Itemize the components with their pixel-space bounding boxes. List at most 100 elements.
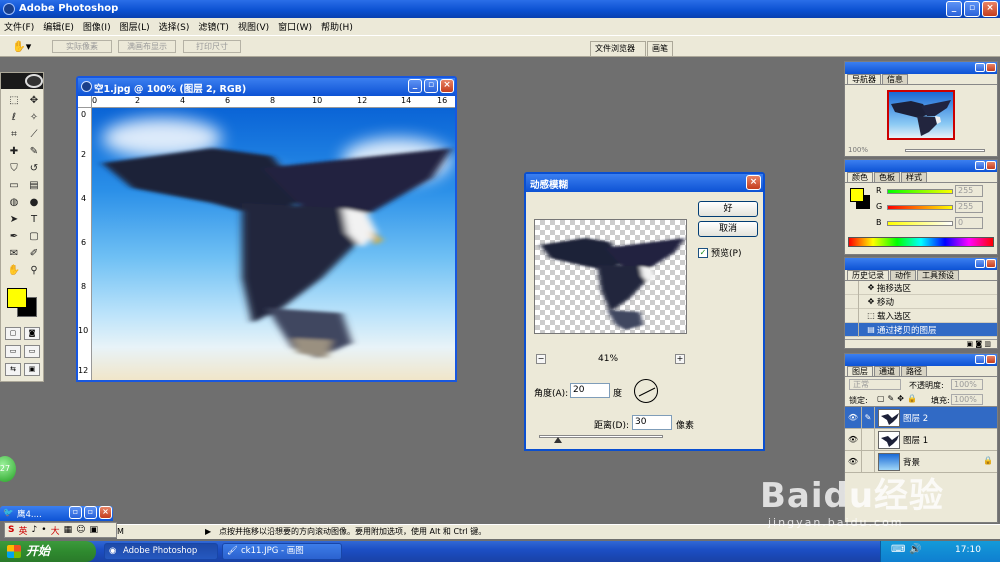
panel-minimize-icon[interactable]	[975, 63, 985, 72]
menu-window[interactable]: 窗口(W)	[278, 20, 312, 33]
doc-restore-button[interactable]: ▫	[424, 79, 438, 93]
restore-button[interactable]: ▫	[964, 1, 980, 17]
panel-close-icon[interactable]	[986, 259, 996, 268]
preview-checkbox[interactable]: ✓	[698, 247, 708, 258]
ime-logo-icon[interactable]: S	[8, 525, 14, 535]
tab-actions[interactable]: 动作	[890, 270, 916, 280]
dodge-tool-icon[interactable]: ●	[25, 195, 43, 211]
standard-mode-button[interactable]: ▢	[5, 327, 21, 340]
move-tool-icon[interactable]: ✥	[25, 93, 43, 109]
tray-ime-icon[interactable]: ⌨	[891, 544, 905, 555]
preview-checkbox-row[interactable]: ✓ 预览(P)	[698, 246, 741, 259]
start-button[interactable]: 开始	[0, 541, 96, 562]
tab-info[interactable]: 信息	[882, 74, 908, 84]
ime-smiley-icon[interactable]: ☺	[76, 525, 85, 535]
history-panel-header[interactable]	[845, 258, 997, 270]
dialog-titlebar[interactable]: 动感模糊 ×	[526, 174, 763, 192]
hand-tool-icon[interactable]: ✋▾	[12, 39, 34, 55]
color-panel-header[interactable]	[845, 160, 997, 172]
panel-close-icon[interactable]	[986, 355, 996, 364]
eyedropper-icon[interactable]: ✐	[25, 246, 43, 262]
tab-paths[interactable]: 路径	[901, 366, 927, 376]
tab-channels[interactable]: 通道	[874, 366, 900, 376]
navigator-zoom-slider[interactable]	[905, 149, 985, 152]
blur-tool-icon[interactable]: ◍	[5, 195, 23, 211]
brush-tool-icon[interactable]: ✎	[25, 144, 43, 160]
layer-row[interactable]: 👁 背景 🔒	[845, 450, 997, 473]
magic-wand-icon[interactable]: ✧	[25, 110, 43, 126]
dialog-close-icon[interactable]: ×	[746, 175, 761, 190]
visibility-eye-icon[interactable]: 👁	[845, 435, 861, 444]
opacity-input[interactable]: 100%	[951, 379, 983, 390]
ruler-horizontal[interactable]: 0 2 4 6 8 10 12 14 16	[92, 96, 455, 108]
close-button[interactable]: ×	[982, 1, 998, 17]
filter-preview[interactable]	[534, 219, 687, 334]
type-tool-icon[interactable]: T	[25, 212, 43, 228]
menu-image[interactable]: 图像(I)	[83, 20, 111, 33]
jump-to-imageready-button[interactable]: ⇆	[5, 363, 21, 376]
visibility-eye-icon[interactable]: 👁	[845, 457, 861, 466]
tab-history[interactable]: 历史记录	[847, 270, 889, 280]
marquee-tool-icon[interactable]: ⬚	[5, 93, 23, 109]
tab-layers[interactable]: 图层	[847, 366, 873, 376]
history-item[interactable]: ✥ 移动	[845, 294, 997, 309]
ime-width-toggle[interactable]: 大	[51, 524, 60, 537]
foreground-color-swatch[interactable]	[7, 288, 27, 308]
panel-minimize-icon[interactable]	[975, 161, 985, 170]
ime-maximize-button[interactable]: ▫	[84, 506, 97, 519]
print-size-button[interactable]: 打印尺寸	[183, 40, 241, 53]
blend-mode-select[interactable]: 正常	[849, 379, 901, 390]
minimize-button[interactable]: _	[946, 1, 962, 17]
task-paint[interactable]: 🖌 ck11.JPG - 画图	[222, 543, 342, 560]
task-photoshop[interactable]: ◉ Adobe Photoshop	[104, 543, 218, 560]
menu-layer[interactable]: 图层(L)	[120, 20, 150, 33]
lock-icons[interactable]: ▢✎✥🔒	[877, 394, 920, 403]
screen-mode-menu[interactable]: ▭	[24, 345, 40, 358]
channel-b-value[interactable]: 0	[955, 217, 983, 229]
layer-row[interactable]: 👁 图层 1	[845, 428, 997, 451]
healing-brush-icon[interactable]: ✚	[5, 144, 23, 160]
tab-tool-presets[interactable]: 工具预设	[917, 270, 959, 280]
tab-swatches[interactable]: 色板	[874, 172, 900, 182]
menu-select[interactable]: 选择(S)	[159, 20, 190, 33]
ime-menu-icon[interactable]: ▣	[89, 525, 98, 535]
ok-button[interactable]: 好	[698, 201, 758, 217]
history-item[interactable]: ✥ 拖移选区	[845, 280, 997, 295]
menu-edit[interactable]: 编辑(E)	[43, 20, 74, 33]
eye-logo-icon[interactable]	[25, 74, 43, 88]
layer-row[interactable]: 👁 ✎ 图层 2	[845, 406, 997, 429]
file-browser-tab[interactable]: 文件浏览器	[590, 41, 646, 57]
history-item-selected[interactable]: ▤ 通过拷贝的图层	[845, 322, 997, 337]
lasso-tool-icon[interactable]: ℓ	[5, 110, 23, 126]
angle-input[interactable]: 20	[570, 383, 610, 398]
zoom-tool-icon[interactable]: ⚲	[25, 263, 43, 279]
fill-input[interactable]: 100%	[951, 394, 983, 405]
brush-icon[interactable]: ✎	[861, 406, 875, 429]
hand-icon[interactable]: ✋	[5, 263, 23, 279]
clone-stamp-icon[interactable]: ⛉	[5, 161, 23, 177]
quickmask-mode-button[interactable]: ◙	[24, 327, 40, 340]
ruler-vertical[interactable]: 0 2 4 6 8 10 12	[78, 108, 92, 380]
notes-tool-icon[interactable]: ✉	[5, 246, 23, 262]
visibility-eye-icon[interactable]: 👁	[845, 413, 861, 422]
ime-lang-toggle[interactable]: 英	[18, 524, 27, 537]
color-fg-swatch[interactable]	[850, 188, 864, 202]
navigator-panel-header[interactable]	[845, 62, 997, 74]
new-document-icon[interactable]: ▣	[966, 340, 973, 348]
doc-close-button[interactable]: ×	[440, 79, 454, 93]
distance-input[interactable]: 30	[632, 415, 672, 430]
path-select-icon[interactable]: ➤	[5, 212, 23, 228]
channel-r-slider[interactable]	[887, 189, 953, 194]
ime-restore-button[interactable]: ▫	[69, 506, 82, 519]
green-float-ball[interactable]: 27	[0, 456, 16, 482]
slice-tool-icon[interactable]: ⟋	[25, 127, 43, 143]
gradient-tool-icon[interactable]: ▤	[25, 178, 43, 194]
menu-help[interactable]: 帮助(H)	[321, 20, 353, 33]
tray-volume-icon[interactable]: 🔊	[909, 544, 921, 555]
doc-minimize-button[interactable]: _	[408, 79, 422, 93]
brushes-tab[interactable]: 画笔	[647, 41, 673, 57]
distance-slider-thumb[interactable]	[553, 437, 562, 443]
channel-b-slider[interactable]	[887, 221, 953, 226]
angle-dial[interactable]	[634, 379, 658, 403]
panel-close-icon[interactable]	[986, 63, 996, 72]
